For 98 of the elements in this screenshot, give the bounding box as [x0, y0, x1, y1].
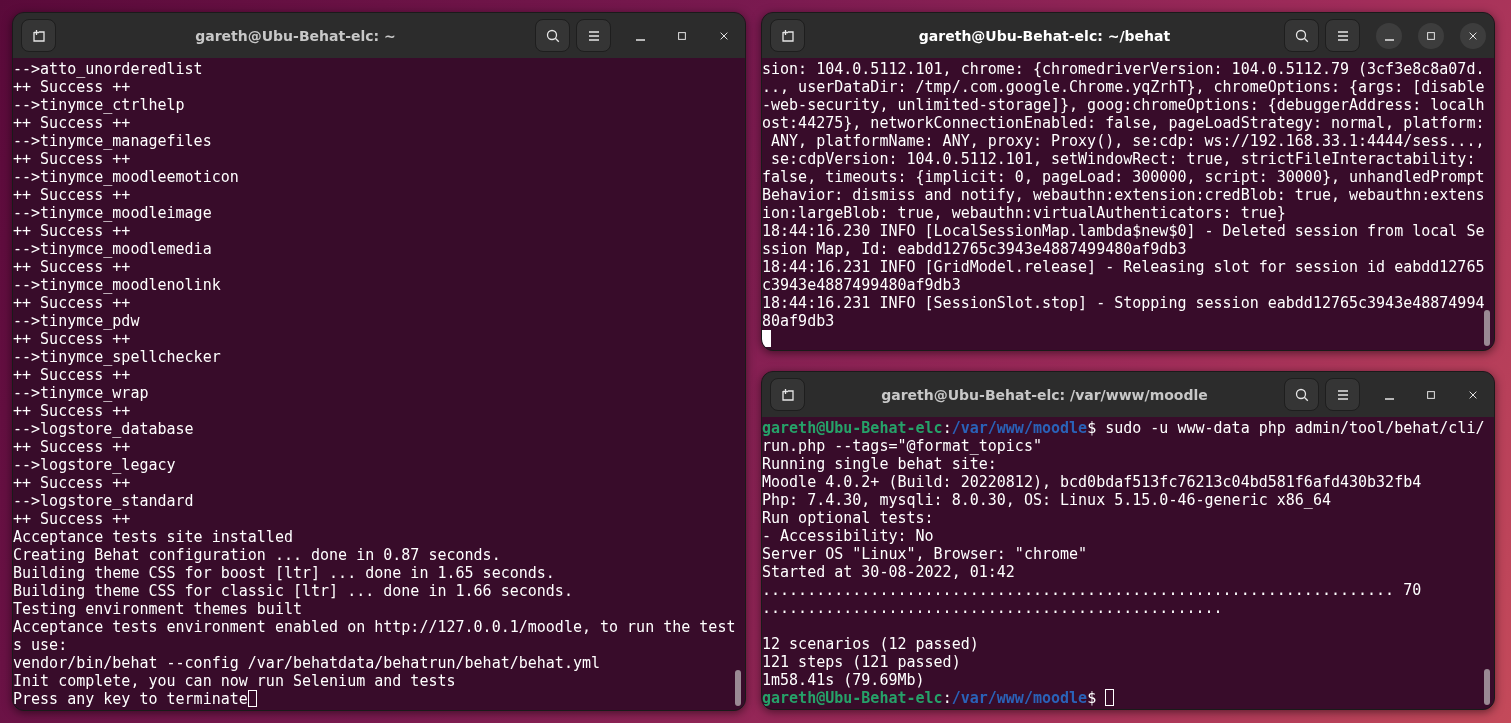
terminal-output: Running single behat site:	[762, 455, 997, 473]
terminal-output: ...................................................	[762, 599, 1223, 617]
search-icon	[1293, 27, 1310, 44]
text-cursor	[762, 330, 771, 347]
terminal-output: Php: 7.4.30, mysqli: 8.0.30, OS: Linux 5.15.0-46-generic x86_64	[762, 491, 1331, 509]
terminal-output: Init complete, you can now run Selenium and tests	[13, 672, 456, 690]
window-title: gareth@Ubu-Behat-elc: ~	[194, 27, 397, 44]
terminal-output: .., userDataDir: /tmp/.com.google.Chrome.yqZrhT}, chromeOptions: {args: [disable	[762, 78, 1485, 96]
terminal-output: 18:44:16.230 INFO [LocalSessionMap.lambda$new$0] - Deleted session from local Se	[762, 222, 1485, 240]
terminal-output: Creating Behat configuration ... done in 0.87 seconds.	[13, 546, 501, 564]
terminal-output: -->tinymce_spellchecker	[13, 348, 221, 366]
maximize-icon	[676, 29, 688, 42]
shell-prompt: gareth@Ubu-Behat-elc:/var/www/moodle$	[762, 419, 1098, 437]
terminal-output: ...................................................................... 70	[762, 581, 1422, 599]
terminal-output: -->tinymce_moodleemoticon	[13, 168, 239, 186]
terminal-output: ANY, platformName: ANY, proxy: Proxy(), se:cdp: ws://192.168.33.1:4444/sess...,	[770, 132, 1485, 150]
terminal-output: ++ Success ++	[13, 330, 131, 348]
terminal-output: -->tinymce_wrap	[13, 384, 149, 402]
search-icon	[544, 27, 561, 44]
terminal-output: 18:44:16.231 INFO [GridModel.release] - Releasing slot for session id eabdd12765	[762, 258, 1485, 276]
maximize-icon	[1425, 388, 1437, 401]
terminal-output: ++ Success ++	[13, 258, 131, 276]
terminal-output: -->logstore_standard	[13, 492, 194, 510]
scrollbar[interactable]	[1484, 669, 1490, 705]
terminal-output: se:cdpVersion: 104.0.5112.101, setWindowRect: true, strictFileInteractability:	[770, 150, 1476, 168]
terminal-output: Building theme CSS for classic [ltr] ... done in 1.66 seconds.	[13, 582, 573, 600]
terminal-output: ++ Success ++	[13, 150, 131, 168]
search-button[interactable]	[1284, 19, 1319, 52]
terminal-output: ssion Map, Id: eabdd12765c3943e4887499480af9db3	[762, 240, 1187, 258]
minimize-icon	[635, 38, 645, 41]
terminal-output: Press any key to terminate	[13, 690, 248, 708]
terminal-output: -->logstore_database	[13, 420, 194, 438]
terminal-output: false, timeouts: {implicit: 0, pageLoad: 300000, script: 30000}, unhandledPrompt	[762, 168, 1485, 186]
shell-command: sudo -u www-data php admin/tool/behat/cli/	[1105, 419, 1485, 437]
terminal-output: -->tinymce_managefiles	[13, 132, 212, 150]
new-tab-button[interactable]	[770, 378, 805, 411]
terminal-output: 12 scenarios (12 passed)	[762, 635, 979, 653]
terminal-output: - Accessibility: No	[762, 527, 934, 545]
terminal-output: -web-security, unlimited-storage]}, goog:chromeOptions: {debuggerAddress: localh	[762, 96, 1485, 114]
menu-button[interactable]	[576, 19, 611, 52]
new-tab-icon	[779, 386, 796, 403]
terminal-output: ost:44275}, networkConnectionEnabled: false, pageLoadStrategy: normal, platform:	[762, 114, 1485, 132]
terminal-output: Acceptance tests environment enabled on http://127.0.0.1/moodle, to run the test	[13, 618, 736, 636]
minimize-button[interactable]	[1376, 22, 1402, 49]
terminal-output: run.php --tags="@format_topics"	[762, 437, 1042, 455]
new-tab-icon	[30, 27, 47, 44]
terminal-output: Acceptance tests site installed	[13, 528, 293, 546]
terminal-output: Started at 30-08-2022, 01:42	[762, 563, 1015, 581]
new-tab-button[interactable]	[21, 19, 56, 52]
terminal-output: -->logstore_legacy	[13, 456, 176, 474]
terminal-output: ++ Success ++	[13, 402, 131, 420]
terminal-output: Behavior: dismiss and notify, webauthn:extension:credBlob: true, webauthn:extens	[762, 186, 1485, 204]
new-tab-icon	[779, 27, 796, 44]
window-title: gareth@Ubu-Behat-elc: ~/behat	[917, 27, 1172, 44]
menu-button[interactable]	[1325, 378, 1360, 411]
terminal-output: Building theme CSS for boost [ltr] ... done in 1.65 seconds.	[13, 564, 555, 582]
terminal-output: ++ Success ++	[13, 78, 131, 96]
shell-prompt: gareth@Ubu-Behat-elc:/var/www/moodle$	[762, 689, 1098, 707]
terminal-output: 121 steps (121 passed)	[762, 653, 961, 671]
terminal-output: vendor/bin/behat --config /var/behatdata/behatrun/behat/behat.yml	[13, 654, 600, 672]
terminal-output: ion:largeBlob: true, webauthn:virtualAuthenticators: true}	[762, 204, 1286, 222]
search-button[interactable]	[535, 19, 570, 52]
scrollbar[interactable]	[1484, 310, 1490, 346]
terminal-output: ++ Success ++	[13, 294, 131, 312]
terminal-output: s use:	[13, 636, 68, 654]
minimize-icon	[1384, 38, 1394, 41]
terminal-output: ++ Success ++	[13, 474, 131, 492]
search-icon	[1293, 386, 1310, 403]
terminal-output: -->tinymce_moodlenolink	[13, 276, 221, 294]
terminal-output: 80af9db3	[762, 312, 835, 330]
terminal-output: 18:44:16.231 INFO [SessionSlot.stop] - Stopping session eabdd12765c3943e48874994	[762, 294, 1485, 312]
minimize-icon	[1384, 397, 1394, 400]
terminal-output: -->tinymce_moodlemedia	[13, 240, 212, 258]
terminal-output: ++ Success ++	[13, 186, 131, 204]
search-button[interactable]	[1284, 378, 1319, 411]
scrollbar[interactable]	[735, 670, 741, 706]
maximize-button[interactable]	[1418, 22, 1444, 49]
maximize-icon	[1425, 29, 1437, 42]
terminal-output: ++ Success ++	[13, 222, 131, 240]
terminal-output: sion: 104.0.5112.101, chrome: {chromedriverVersion: 104.0.5112.79 (3cf3e8c8a07d.	[762, 60, 1485, 78]
terminal-output: -->tinymce_moodleimage	[13, 204, 212, 222]
terminal-output: Server OS "Linux", Browser: "chrome"	[762, 545, 1088, 563]
terminal-output: Run optional tests:	[762, 509, 934, 527]
terminal-output: ++ Success ++	[13, 438, 131, 456]
close-button[interactable]	[1460, 22, 1486, 49]
terminal-output: -->tinymce_pdw	[13, 312, 140, 330]
terminal-output: Moodle 4.0.2+ (Build: 20220812), bcd0bdaf513fc76213c04bd581f6afd430b32fb4	[762, 473, 1422, 491]
new-tab-button[interactable]	[770, 19, 805, 52]
terminal-output: ++ Success ++	[13, 366, 131, 384]
terminal-output: ++ Success ++	[13, 114, 131, 132]
terminal-output: ++ Success ++	[13, 510, 131, 528]
menu-button[interactable]	[1325, 19, 1360, 52]
terminal-output: -->tinymce_ctrlhelp	[13, 96, 185, 114]
terminal-output: Testing environment themes built	[13, 600, 302, 618]
terminal-output: 1m58.41s (79.69Mb)	[762, 671, 925, 689]
terminal-output: -->atto_unorderedlist	[13, 60, 203, 78]
terminal-output: c3943e4887499480af9db3	[762, 276, 961, 294]
window-title: gareth@Ubu-Behat-elc: /var/www/moodle	[880, 386, 1209, 403]
